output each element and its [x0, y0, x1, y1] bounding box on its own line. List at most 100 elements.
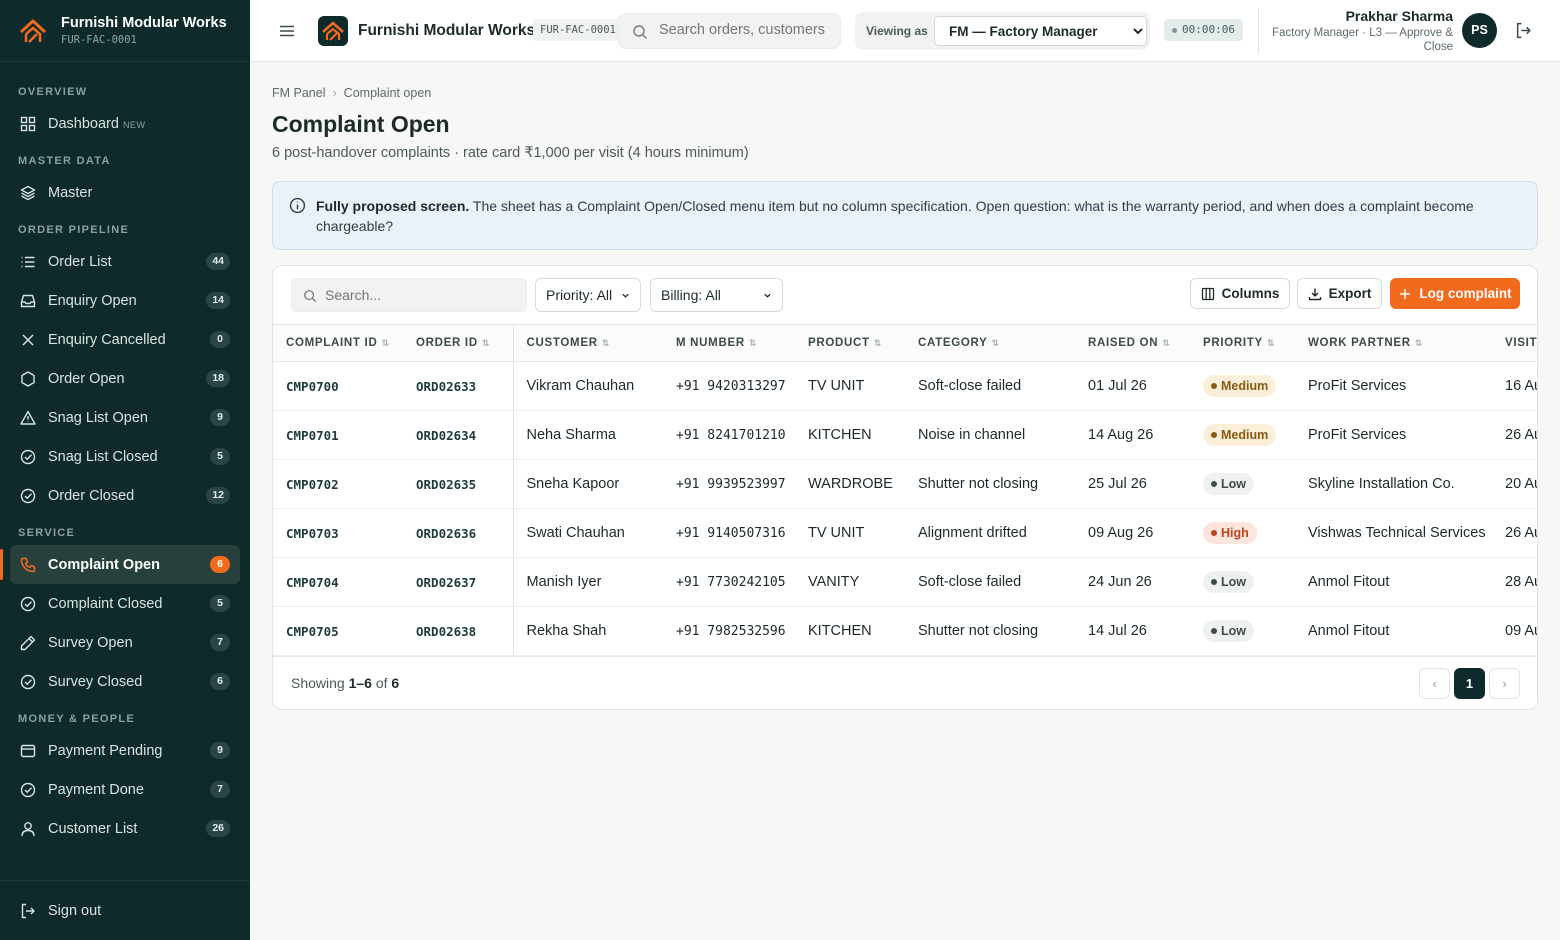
table-row[interactable]: CMP0704 ORD02637 Manish Iyer +91 7730242105…	[273, 557, 1537, 607]
role-select[interactable]: FM — Factory Manager	[934, 16, 1147, 46]
sidebar-item-customer-list[interactable]: Customer List 26	[0, 809, 250, 848]
table-search	[291, 278, 527, 312]
plus-icon	[1400, 288, 1411, 299]
column-header-work-partner[interactable]: WORK PARTNER ⇅	[1295, 324, 1492, 362]
sidebar-item-complaint-open[interactable]: Complaint Open 6	[0, 545, 240, 584]
breadcrumb-root[interactable]: FM Panel	[272, 86, 326, 100]
sidebar-item-dashboard[interactable]: Dashboard NEW	[0, 104, 250, 143]
order-id-link[interactable]: ORD02635	[403, 459, 514, 509]
order-id-link[interactable]: ORD02636	[403, 508, 514, 558]
table-search-input[interactable]	[325, 287, 515, 303]
sidebar-item-order-list[interactable]: Order List 44	[0, 242, 250, 281]
column-header-product[interactable]: PRODUCT ⇅	[795, 324, 905, 362]
sort-icon[interactable]: ⇅	[992, 338, 1000, 348]
sidebar-item-label: Order List	[48, 253, 112, 270]
sidebar-item-survey-open[interactable]: Survey Open 7	[0, 623, 250, 662]
sidebar-item-label: Master	[48, 184, 93, 201]
column-header-category[interactable]: CATEGORY ⇅	[905, 324, 1075, 362]
table-row[interactable]: CMP0705 ORD02638 Rekha Shah +91 7982532596 K…	[273, 606, 1537, 656]
sidebar-item-order-closed[interactable]: Order Closed 12	[0, 476, 250, 515]
order-id-link[interactable]: ORD02633	[403, 361, 514, 411]
search-icon	[633, 25, 647, 39]
column-header-raised-on[interactable]: RAISED ON ⇅	[1075, 324, 1190, 362]
user-name: Prakhar Sharma	[1345, 8, 1453, 24]
priority-cell: Medium	[1190, 410, 1295, 460]
complaint-id-link[interactable]: CMP0704	[273, 557, 403, 607]
column-header-order-id[interactable]: ORDER ID ⇅	[403, 324, 514, 362]
sidebar-nav: OVERVIEW Dashboard NEW MASTER DATA Master…	[0, 62, 250, 848]
sidebar-item-enquiry-cancelled[interactable]: Enquiry Cancelled 0	[0, 320, 250, 359]
table-row[interactable]: CMP0701 ORD02634 Neha Sharma +91 8241701210…	[273, 410, 1537, 460]
priority-filter[interactable]: Priority: All	[535, 278, 641, 312]
viewing-as-control: Viewing as FM — Factory Manager	[855, 12, 1150, 50]
chevron-down-icon	[764, 293, 771, 298]
sidebar-item-complaint-closed[interactable]: Complaint Closed 5	[0, 584, 250, 623]
export-button[interactable]: Export	[1297, 278, 1382, 309]
sidebar-item-survey-closed[interactable]: Survey Closed 6	[0, 662, 250, 701]
sidebar-item-master[interactable]: Master	[0, 173, 250, 212]
prev-page-button[interactable]: ‹	[1419, 668, 1450, 699]
raised-on-cell: 09 Aug 26	[1075, 508, 1190, 558]
avatar[interactable]: PS	[1462, 13, 1497, 48]
table-row[interactable]: CMP0702 ORD02635 Sneha Kapoor +91 993952399…	[273, 459, 1537, 509]
signout-area: Sign out	[0, 880, 250, 930]
priority-badge: High	[1203, 522, 1257, 544]
billing-filter[interactable]: Billing: All	[650, 278, 783, 312]
sidebar-item-enquiry-open[interactable]: Enquiry Open 14	[0, 281, 250, 320]
sort-icon[interactable]: ⇅	[482, 338, 490, 348]
sidebar-item-order-open[interactable]: Order Open 18	[0, 359, 250, 398]
order-id-link[interactable]: ORD02634	[403, 410, 514, 460]
sidebar-item-payment-done[interactable]: Payment Done 7	[0, 770, 250, 809]
table-row[interactable]: CMP0703 ORD02636 Swati Chauhan +91 91405073…	[273, 508, 1537, 558]
hamburger-menu-icon[interactable]	[278, 22, 296, 40]
order-id-link[interactable]: ORD02637	[403, 557, 514, 607]
table-row[interactable]: CMP0700 ORD02633 Vikram Chauhan +91 9420313…	[273, 361, 1537, 411]
count-badge: 6	[210, 673, 230, 690]
table-footer: Showing 1–6 of 6 ‹ 1 ›	[273, 656, 1537, 709]
complaints-table-card: Priority: All Billing: All Columns Expor…	[272, 265, 1538, 710]
complaint-id-link[interactable]: CMP0702	[273, 459, 403, 509]
order-id-link[interactable]: ORD02638	[403, 606, 514, 656]
global-search-input[interactable]	[659, 22, 837, 38]
column-header-visit[interactable]: VISIT	[1492, 324, 1537, 362]
sort-icon[interactable]: ⇅	[874, 338, 882, 348]
sidebar-item-label: Enquiry Cancelled	[48, 331, 166, 348]
page-subtitle: 6 post-handover complaints · rate card ₹…	[272, 145, 749, 161]
product-cell: KITCHEN	[795, 410, 905, 460]
column-header-priority[interactable]: PRIORITY ⇅	[1190, 324, 1295, 362]
work-partner-cell: Anmol Fitout	[1295, 557, 1492, 607]
complaint-id-link[interactable]: CMP0703	[273, 508, 403, 558]
check-circle-icon	[20, 782, 36, 798]
sidebar-item-snag-list-open[interactable]: Snag List Open 9	[0, 398, 250, 437]
logout-icon[interactable]	[1515, 22, 1532, 39]
user-icon	[20, 821, 36, 837]
sort-icon[interactable]: ⇅	[1415, 338, 1423, 348]
work-partner-cell: Anmol Fitout	[1295, 606, 1492, 656]
sort-icon[interactable]: ⇅	[1267, 338, 1275, 348]
sort-icon[interactable]: ⇅	[602, 338, 610, 348]
columns-button[interactable]: Columns	[1190, 278, 1290, 309]
column-header-m-number[interactable]: M NUMBER ⇅	[663, 324, 795, 362]
breadcrumb: FM Panel › Complaint open	[272, 86, 431, 100]
header-logo-icon	[318, 16, 348, 46]
page-1-button[interactable]: 1	[1454, 668, 1485, 699]
viewing-as-label: Viewing as	[866, 24, 928, 38]
next-page-button[interactable]: ›	[1489, 668, 1520, 699]
sidebar-item-label: Order Open	[48, 370, 125, 387]
sort-icon[interactable]: ⇅	[1162, 338, 1170, 348]
sign-out-button[interactable]: Sign out	[0, 891, 250, 930]
sidebar-item-snag-list-closed[interactable]: Snag List Closed 5	[0, 437, 250, 476]
complaint-id-link[interactable]: CMP0701	[273, 410, 403, 460]
sort-icon[interactable]: ⇅	[381, 338, 389, 348]
log-complaint-button[interactable]: Log complaint	[1390, 278, 1520, 309]
count-badge: 12	[206, 487, 230, 504]
sidebar-item-label: Dashboard	[48, 115, 119, 132]
phone-icon	[20, 557, 36, 573]
column-header-complaint-id[interactable]: COMPLAINT ID ⇅	[273, 324, 403, 362]
sort-icon[interactable]: ⇅	[749, 338, 757, 348]
customer-cell: Swati Chauhan	[513, 508, 663, 558]
complaint-id-link[interactable]: CMP0700	[273, 361, 403, 411]
sidebar-item-payment-pending[interactable]: Payment Pending 9	[0, 731, 250, 770]
complaint-id-link[interactable]: CMP0705	[273, 606, 403, 656]
column-header-customer[interactable]: CUSTOMER ⇅	[513, 324, 663, 362]
